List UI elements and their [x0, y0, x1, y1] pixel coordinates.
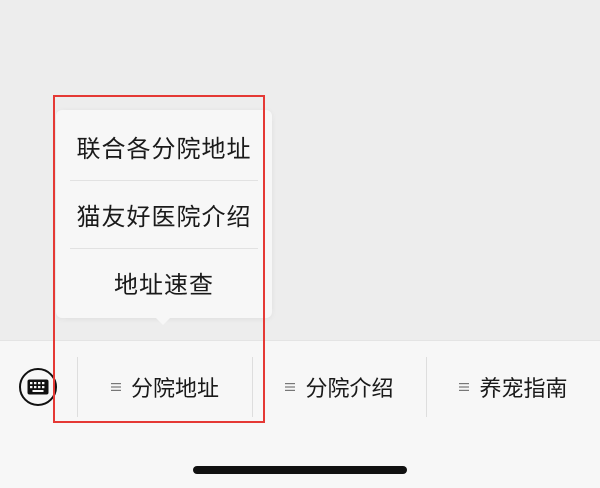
- menu-tab-label: 分院地址: [130, 377, 219, 402]
- menu-tab-pet-guide[interactable]: 养宠指南: [427, 357, 600, 417]
- submenu-item-address-lookup[interactable]: 地址速查: [56, 248, 272, 316]
- menu-tab-label: 分院介绍: [305, 377, 394, 402]
- menu-tab-branch-address[interactable]: 分院地址: [78, 357, 252, 417]
- menu-tab-branch-intro[interactable]: 分院介绍: [253, 357, 426, 417]
- submenu-item-cat-friendly-hospitals[interactable]: 猫友好医院介绍: [56, 180, 272, 248]
- list-icon: [459, 383, 470, 391]
- submenu-pointer-arrow: [154, 316, 172, 325]
- keyboard-icon: [27, 379, 49, 395]
- bottom-menu-bar: 分院地址 分院介绍 养宠指南: [0, 340, 600, 488]
- home-indicator[interactable]: [193, 466, 407, 474]
- keyboard-toggle-button[interactable]: [19, 368, 57, 406]
- list-icon: [110, 383, 121, 391]
- menu-tab-label: 养宠指南: [479, 377, 568, 402]
- submenu-popup: 联合各分院地址 猫友好医院介绍 地址速查: [56, 110, 272, 318]
- submenu-item-branch-addresses[interactable]: 联合各分院地址: [56, 112, 272, 180]
- chat-screen: 联合各分院地址 猫友好医院介绍 地址速查 分院地址 分院介绍 养宠指南: [0, 0, 600, 488]
- list-icon: [285, 383, 296, 391]
